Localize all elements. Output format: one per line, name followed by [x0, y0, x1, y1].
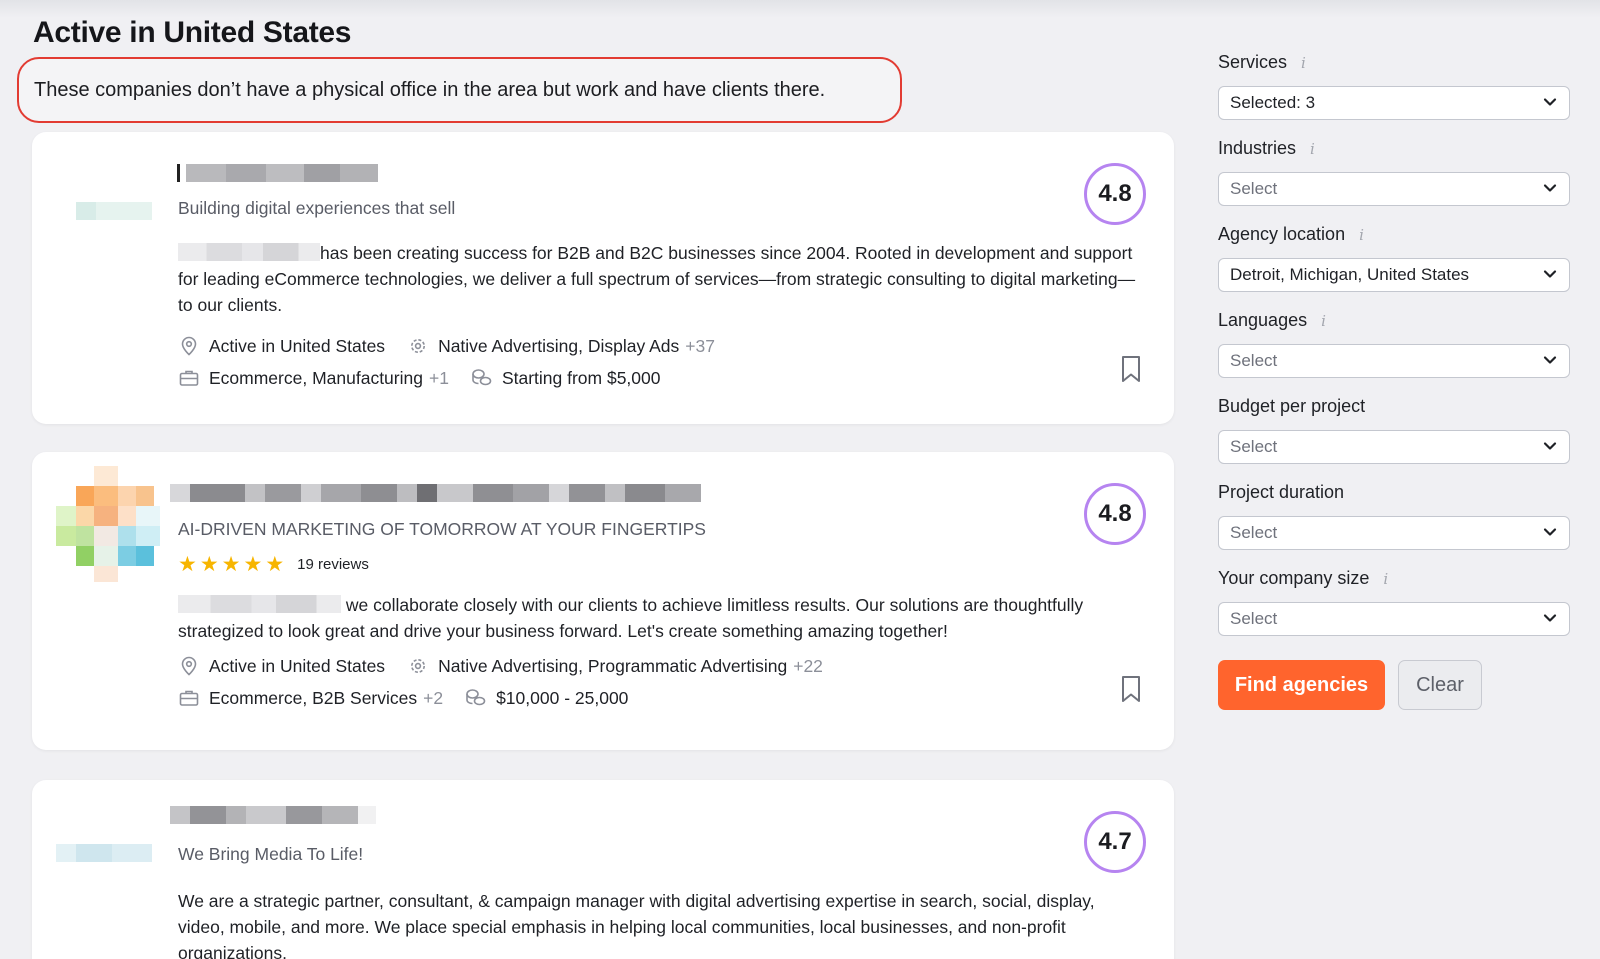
star-rating: ★ ★ ★ ★ ★ 19 reviews — [178, 554, 369, 575]
star-icon: ★ — [243, 553, 263, 576]
chevron-down-icon — [1543, 442, 1557, 450]
agency-tagline: Building digital experiences that sell — [178, 198, 456, 218]
filter-label-industries: Industries i — [1218, 138, 1315, 158]
agency-logo — [56, 844, 152, 862]
info-icon[interactable]: i — [1301, 54, 1306, 72]
agency-card[interactable]: Building digital experiences that sell h… — [32, 132, 1174, 424]
info-icon[interactable]: i — [1310, 140, 1315, 158]
agency-tagline: AI-DRIVEN MARKETING OF TOMORROW AT YOUR … — [178, 519, 706, 539]
budget-select[interactable]: Select — [1218, 430, 1570, 464]
briefcase-icon — [178, 367, 200, 389]
industries-text: Ecommerce, Manufacturing — [209, 367, 423, 388]
industries-text: Ecommerce, B2B Services — [209, 687, 418, 708]
briefcase-icon — [178, 687, 200, 709]
redacted-name — [178, 595, 341, 613]
agency-name-redacted[interactable] — [177, 164, 378, 182]
star-icon: ★ — [221, 553, 241, 576]
filter-label-company-size: Your company size i — [1218, 568, 1389, 588]
filter-label-duration: Project duration — [1218, 482, 1345, 502]
services-select[interactable]: Selected: 3 — [1218, 86, 1570, 120]
clear-button[interactable]: Clear — [1398, 660, 1482, 710]
notice-banner: These companies don’t have a physical of… — [17, 57, 902, 123]
agency-tagline: We Bring Media To Life! — [178, 844, 364, 864]
meta-row-industries-budget: Ecommerce, Manufacturing +1 Starting fro… — [178, 367, 661, 389]
chevron-down-icon — [1543, 98, 1557, 106]
chevron-down-icon — [1543, 528, 1557, 536]
location-text: Active in United States — [209, 655, 386, 676]
budget-text: Starting from $5,000 — [501, 367, 661, 388]
meta-row-industries-budget: Ecommerce, B2B Services +2 $10,000 - 25,… — [178, 687, 628, 709]
agency-description: we collaborate closely with our clients … — [178, 595, 1084, 641]
find-agencies-button[interactable]: Find agencies — [1218, 660, 1385, 710]
meta-row-location-services: Active in United States Native Advertisi… — [178, 655, 823, 677]
redacted-name — [178, 243, 320, 261]
agency-logo — [76, 202, 152, 220]
agency-description: We are a strategic partner, consultant, … — [178, 891, 1095, 959]
star-icon: ★ — [178, 553, 197, 576]
gear-icon — [407, 335, 429, 357]
info-icon[interactable]: i — [1321, 312, 1326, 330]
info-icon[interactable]: i — [1383, 570, 1388, 588]
services-text: Native Advertising, Display Ads — [438, 335, 680, 356]
reviews-link[interactable]: 19 reviews — [297, 556, 369, 573]
chevron-down-icon — [1543, 184, 1557, 192]
info-icon[interactable]: i — [1359, 226, 1364, 244]
services-more[interactable]: +37 — [685, 336, 715, 357]
filter-label-services: Services i — [1218, 52, 1306, 72]
duration-select[interactable]: Select — [1218, 516, 1570, 550]
filter-label-budget: Budget per project — [1218, 396, 1366, 416]
industries-more[interactable]: +1 — [429, 368, 449, 389]
industries-more[interactable]: +2 — [423, 688, 443, 709]
rating-badge: 4.8 — [1084, 163, 1146, 225]
gear-icon — [407, 655, 429, 677]
meta-row-location-services: Active in United States Native Advertisi… — [178, 335, 715, 357]
location-pin-icon — [178, 655, 200, 677]
bookmark-icon[interactable] — [1120, 355, 1142, 383]
star-icon: ★ — [199, 553, 219, 576]
rating-badge: 4.7 — [1084, 811, 1146, 873]
budget-text: $10,000 - 25,000 — [496, 687, 629, 708]
bookmark-icon[interactable] — [1120, 675, 1142, 703]
chevron-down-icon — [1543, 614, 1557, 622]
coins-icon — [465, 687, 487, 709]
services-text: Native Advertising, Programmatic Adverti… — [438, 655, 788, 676]
location-select[interactable]: Detroit, Michigan, United States — [1218, 258, 1570, 292]
agency-card[interactable]: AI-DRIVEN MARKETING OF TOMORROW AT YOUR … — [32, 452, 1174, 750]
filter-label-location: Agency location i — [1218, 224, 1364, 244]
agency-description: has been creating success for B2B and B2… — [178, 243, 1136, 315]
agency-name-redacted[interactable] — [170, 484, 701, 502]
location-pin-icon — [178, 335, 200, 357]
company-size-select[interactable]: Select — [1218, 602, 1570, 636]
page-title: Active in United States — [33, 16, 352, 49]
chevron-down-icon — [1543, 270, 1557, 278]
agency-logo — [56, 466, 160, 582]
coins-icon — [471, 367, 493, 389]
agency-card[interactable]: We Bring Media To Life! We are a strateg… — [32, 780, 1174, 959]
industries-select[interactable]: Select — [1218, 172, 1570, 206]
star-icon: ★ — [265, 553, 285, 576]
rating-badge: 4.8 — [1084, 483, 1146, 545]
services-more[interactable]: +22 — [793, 656, 823, 677]
filter-label-languages: Languages i — [1218, 310, 1326, 330]
location-text: Active in United States — [209, 335, 386, 356]
chevron-down-icon — [1543, 356, 1557, 364]
agency-name-redacted[interactable] — [170, 806, 376, 824]
languages-select[interactable]: Select — [1218, 344, 1570, 378]
